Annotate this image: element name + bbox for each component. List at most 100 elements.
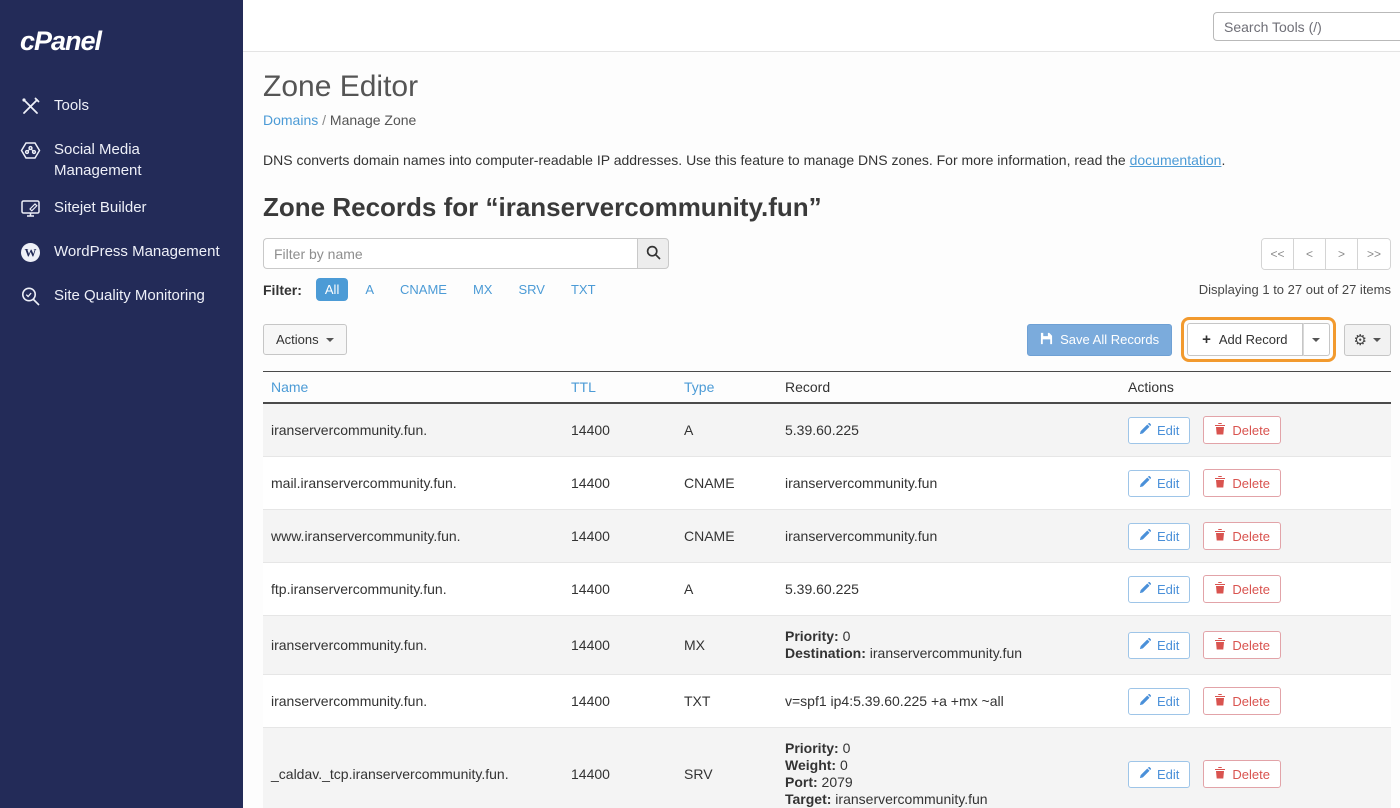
filter-option-cname[interactable]: CNAME [391,278,456,301]
trash-icon [1214,422,1226,438]
sidebar-item-social-media[interactable]: Social Media Management [0,131,243,189]
breadcrumb-separator: / [322,112,326,128]
documentation-link[interactable]: documentation [1130,152,1222,168]
edit-record-button[interactable]: Edit [1128,632,1190,659]
pencil-icon [1139,694,1151,709]
trash-icon [1214,637,1226,653]
actions-dropdown-button[interactable]: Actions [263,324,347,355]
edit-record-button[interactable]: Edit [1128,688,1190,715]
edit-record-button[interactable]: Edit [1128,523,1190,550]
record-value-cell: v=spf1 ip4:5.39.60.225 +a +mx ~all [777,675,1120,728]
description-text: DNS converts domain names into computer-… [263,152,1130,168]
record-line: Priority: 0 [785,628,1112,645]
page-title: Zone Editor [263,70,1391,104]
breadcrumb-current: Manage Zone [330,112,416,128]
sidebar-nav: Tools Social Media Management Sitejet Bu… [0,87,243,321]
trash-icon [1214,581,1226,597]
record-actions-cell: Edit Delete [1120,510,1391,563]
pencil-icon [1139,638,1151,653]
svg-text:W: W [25,246,37,260]
filter-option-txt[interactable]: TXT [562,278,605,301]
settings-gear-button[interactable]: ⚙ [1344,324,1391,356]
record-ttl-cell: 14400 [563,510,676,563]
cpanel-logo: cPanel [0,0,243,87]
sidebar: cPanel Tools Social Media Management Sit… [0,0,243,808]
sidebar-item-wordpress[interactable]: W WordPress Management [0,233,243,277]
delete-record-button[interactable]: Delete [1203,469,1281,497]
record-ttl-cell: 14400 [563,616,676,675]
add-record-button[interactable]: + Add Record [1187,323,1302,356]
toolbar-row: Actions Save All Records + Add Record [263,317,1391,362]
filter-pagination-row: <<<>>> [263,238,1391,270]
filter-option-srv[interactable]: SRV [509,278,554,301]
record-line: 5.39.60.225 [785,581,1112,598]
caret-down-icon [326,338,334,342]
page-description: DNS converts domain names into computer-… [263,152,1391,168]
breadcrumb-domains-link[interactable]: Domains [263,112,318,128]
table-row: iranservercommunity.fun.14400TXTv=spf1 i… [263,675,1391,728]
record-value-cell: 5.39.60.225 [777,403,1120,457]
record-value-cell: Priority: 0Weight: 0Port: 2079Target: ir… [777,728,1120,808]
record-value-cell: Priority: 0Destination: iranservercommun… [777,616,1120,675]
add-record-dropdown-button[interactable] [1303,323,1330,356]
delete-record-button[interactable]: Delete [1203,416,1281,444]
display-status: Displaying 1 to 27 out of 27 items [1199,282,1391,297]
filter-by-name-input[interactable] [263,238,637,269]
sort-by-ttl-link[interactable]: TTL [571,379,596,395]
wordpress-icon: W [20,241,41,269]
delete-record-button[interactable]: Delete [1203,522,1281,550]
delete-record-button[interactable]: Delete [1203,687,1281,715]
save-icon [1040,332,1053,348]
edit-record-button[interactable]: Edit [1128,576,1190,603]
sidebar-item-tools[interactable]: Tools [0,87,243,131]
record-line: Destination: iranservercommunity.fun [785,645,1112,662]
save-all-records-label: Save All Records [1060,332,1159,347]
edit-label: Edit [1157,638,1179,653]
record-actions-cell: Edit Delete [1120,457,1391,510]
edit-label: Edit [1157,423,1179,438]
pagination-button-2[interactable]: > [1326,239,1358,269]
pagination-button-0[interactable]: << [1262,239,1294,269]
table-row: iranservercommunity.fun.14400MXPriority:… [263,616,1391,675]
pencil-icon [1139,767,1151,782]
record-line: v=spf1 ip4:5.39.60.225 +a +mx ~all [785,693,1112,710]
edit-record-button[interactable]: Edit [1128,417,1190,444]
delete-record-button[interactable]: Delete [1203,760,1281,788]
delete-label: Delete [1232,582,1270,597]
filter-option-a[interactable]: A [356,278,383,301]
filter-option-all[interactable]: All [316,278,348,301]
add-record-button-group: + Add Record [1187,323,1329,356]
actions-button-label: Actions [276,332,319,347]
trash-icon [1214,475,1226,491]
sidebar-item-sitejet-builder[interactable]: Sitejet Builder [0,189,243,233]
column-header-type: Type [676,372,777,404]
delete-record-button[interactable]: Delete [1203,631,1281,659]
filter-search-button[interactable] [637,238,669,269]
sort-by-name-link[interactable]: Name [271,379,308,395]
record-type-cell: CNAME [676,510,777,563]
record-ttl-cell: 14400 [563,457,676,510]
topbar [243,0,1400,52]
filter-option-mx[interactable]: MX [464,278,502,301]
search-tools-input[interactable] [1213,12,1400,41]
delete-record-button[interactable]: Delete [1203,575,1281,603]
record-line: iranservercommunity.fun [785,528,1112,545]
breadcrumb: Domains / Manage Zone [263,112,1391,128]
edit-record-button[interactable]: Edit [1128,470,1190,497]
sidebar-item-label: Sitejet Builder [54,197,147,218]
record-type-cell: TXT [676,675,777,728]
description-period: . [1221,152,1225,168]
sitejet-builder-icon [20,197,41,225]
record-name-cell: _caldav._tcp.iranservercommunity.fun. [263,728,563,808]
sort-by-type-link[interactable]: Type [684,379,714,395]
pagination-button-3[interactable]: >> [1358,239,1390,269]
pagination: <<<>>> [1261,238,1391,270]
pagination-button-1[interactable]: < [1294,239,1326,269]
record-ttl-cell: 14400 [563,675,676,728]
edit-record-button[interactable]: Edit [1128,761,1190,788]
save-all-records-button[interactable]: Save All Records [1027,324,1172,356]
record-value-cell: iranservercommunity.fun [777,457,1120,510]
record-name-cell: iranservercommunity.fun. [263,616,563,675]
sidebar-item-site-quality[interactable]: Site Quality Monitoring [0,277,243,321]
table-row: ftp.iranservercommunity.fun.14400A5.39.6… [263,563,1391,616]
